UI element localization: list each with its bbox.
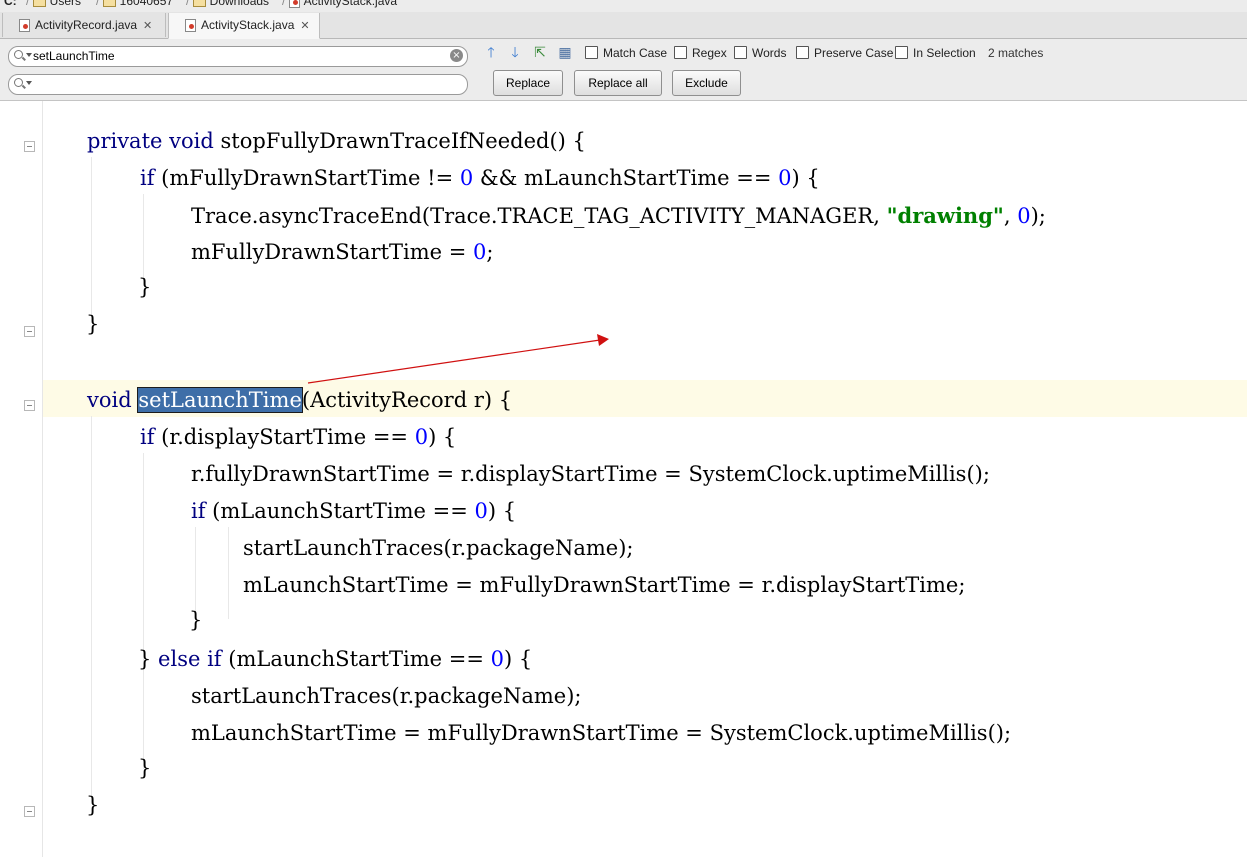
- arrow-shaft: [307, 339, 601, 384]
- arrow-head: [597, 334, 609, 346]
- annotation-arrow: [307, 334, 609, 384]
